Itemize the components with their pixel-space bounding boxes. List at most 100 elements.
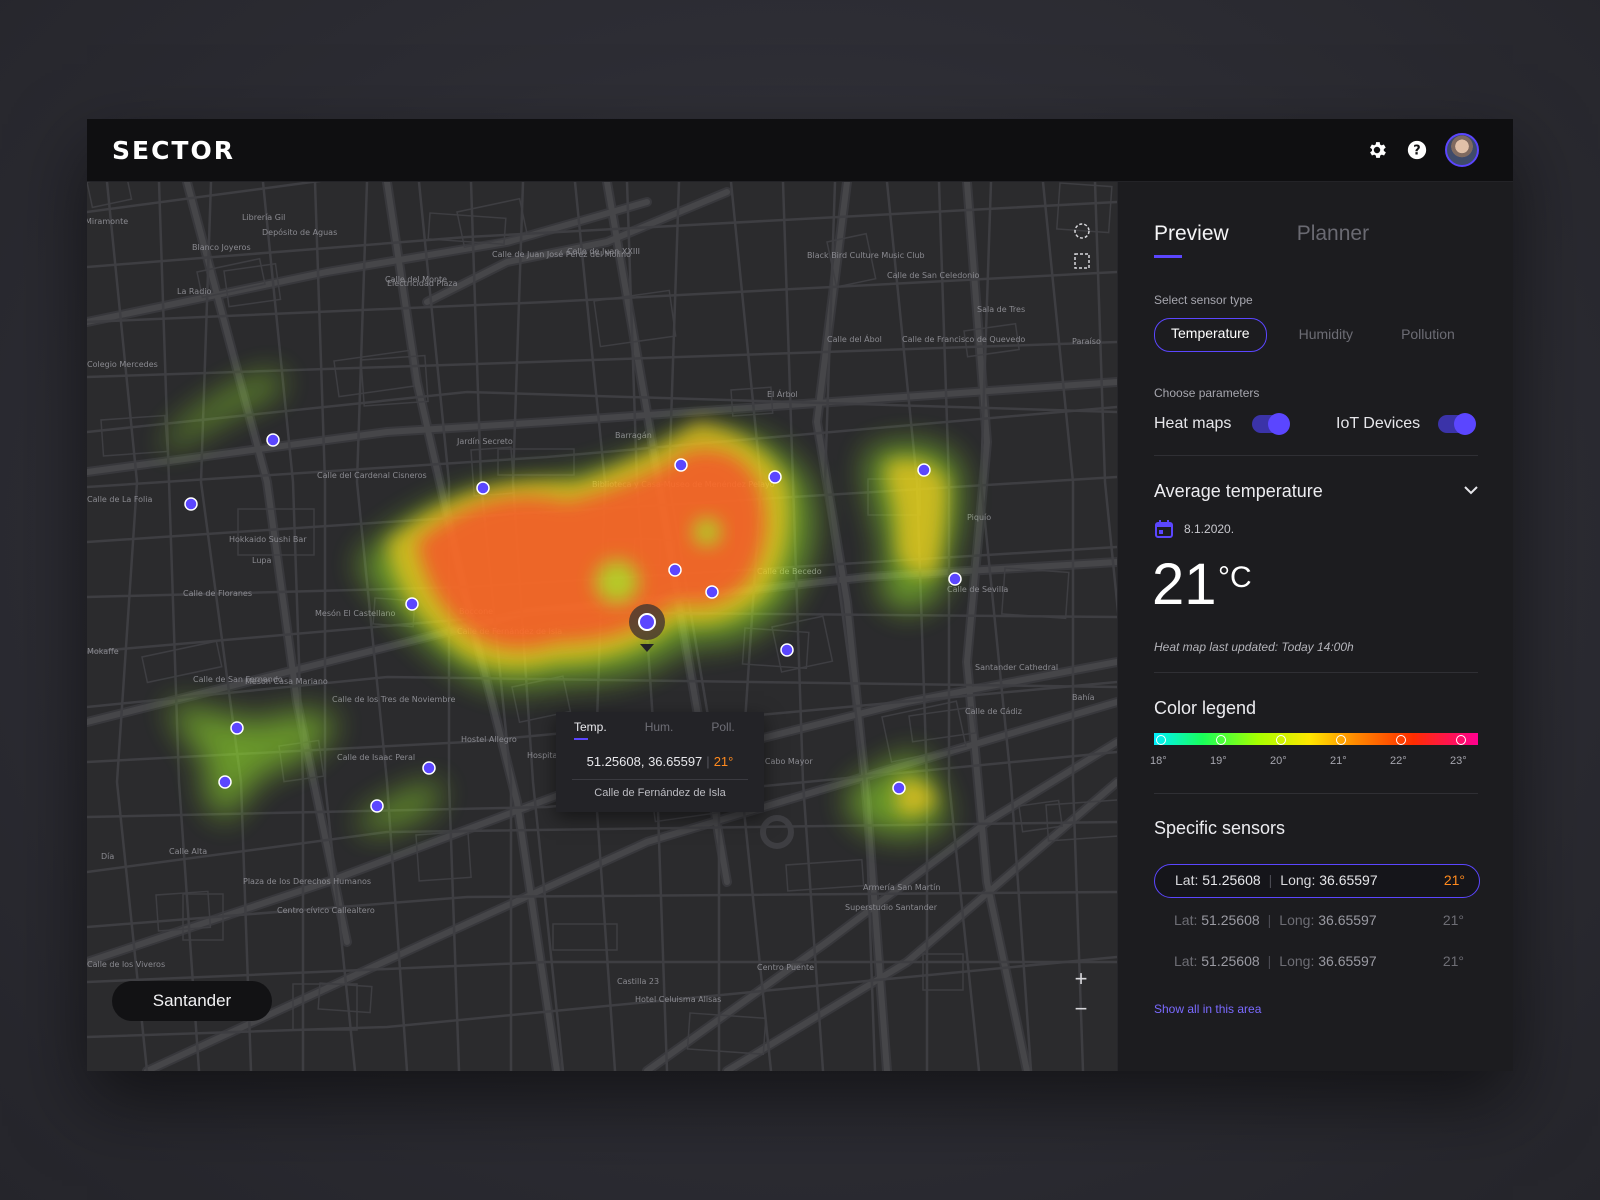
- sensor-dot[interactable]: [780, 643, 794, 657]
- chevron-down-icon[interactable]: [1464, 482, 1478, 500]
- sensor-dot[interactable]: [266, 433, 280, 447]
- map-label: Hokkaido Sushi Bar: [229, 535, 307, 544]
- map-label: Miramonte: [87, 217, 128, 226]
- sensor-dot[interactable]: [184, 497, 198, 511]
- sensor-dot[interactable]: [370, 799, 384, 813]
- param-iot-devices: IoT Devices: [1336, 415, 1421, 432]
- map-view[interactable]: Miramonte Librería Gil Depósito de Aguas Bl…: [87, 182, 1117, 1071]
- sensor-dot[interactable]: [668, 563, 682, 577]
- map-label: Calle del Ábol: [827, 333, 882, 344]
- sensor-dot[interactable]: [917, 463, 931, 477]
- map-label: Armería San Martín: [863, 883, 940, 892]
- sensor-dot[interactable]: [892, 781, 906, 795]
- date-value: 8.1.2020.: [1184, 522, 1235, 536]
- sensor-row[interactable]: Lat: 51.25608 | Long: 36.65597 21°: [1154, 946, 1478, 978]
- zoom-out-icon[interactable]: −: [1069, 997, 1093, 1021]
- sensor-dot[interactable]: [422, 761, 436, 775]
- map-label: El Árbol: [767, 388, 798, 399]
- chip-pollution[interactable]: Pollution: [1385, 318, 1471, 350]
- chip-humidity[interactable]: Humidity: [1283, 318, 1369, 350]
- map-label: Centro Puente: [757, 963, 814, 972]
- lasso-select-icon[interactable]: [1071, 220, 1093, 242]
- legend-label: 19°: [1210, 755, 1227, 767]
- map-label: Barragán: [615, 431, 652, 440]
- map-label: Calle de La Folia: [87, 495, 153, 504]
- sensor-dot[interactable]: [948, 572, 962, 586]
- tab-planner[interactable]: Planner: [1297, 222, 1369, 246]
- sensor-temp: 21°: [1442, 912, 1464, 928]
- map-label: Paraíso: [1072, 337, 1101, 346]
- map-label: Jardín Secreto: [456, 437, 513, 446]
- sensor-dot[interactable]: [674, 458, 688, 472]
- side-panel: Preview Planner Select sensor type Tempe…: [1117, 182, 1513, 1071]
- map-label: Calle de los Viveros: [87, 960, 165, 969]
- map-label: Santander Cathedral: [975, 663, 1058, 672]
- avg-temp-value: 21: [1152, 552, 1217, 617]
- chip-temperature[interactable]: Temperature: [1154, 318, 1267, 352]
- map-label: Calle Alta: [169, 847, 207, 856]
- toggle-heat-maps[interactable]: [1252, 413, 1290, 435]
- map-canvas[interactable]: Miramonte Librería Gil Depósito de Aguas Bl…: [87, 182, 1117, 1071]
- map-label: Superstudio Santander: [845, 903, 938, 912]
- show-all-link[interactable]: Show all in this area: [1154, 1002, 1261, 1016]
- updated-text: Heat map last updated: Today 14:00h: [1154, 640, 1354, 654]
- legend-label: 21°: [1330, 755, 1347, 767]
- map-label: Blanco Joyeros: [192, 243, 251, 252]
- calendar-icon[interactable]: [1154, 519, 1174, 539]
- popup-tab-poll[interactable]: Poll.: [711, 720, 734, 734]
- svg-text:?: ?: [1413, 144, 1420, 159]
- map-label: Bahía: [1072, 693, 1095, 702]
- avatar[interactable]: [1445, 133, 1479, 167]
- popup-divider: [572, 779, 748, 780]
- map-label: Centro cívico Callealtero: [277, 906, 375, 915]
- map-label: La Radio: [177, 287, 211, 296]
- tab-preview[interactable]: Preview: [1154, 222, 1229, 258]
- map-label: Calle del Cardenal Cisneros: [317, 471, 427, 480]
- legend-label: 20°: [1270, 755, 1287, 767]
- toggle-iot-devices[interactable]: [1438, 413, 1476, 435]
- zoom-in-icon[interactable]: +: [1069, 967, 1093, 991]
- divider: [1154, 793, 1478, 794]
- map-label: Mesón Casa Mariano: [245, 676, 328, 686]
- rect-select-icon[interactable]: [1071, 250, 1093, 272]
- color-legend-bar: [1154, 733, 1478, 745]
- sensor-temp: 21°: [1442, 953, 1464, 969]
- popup-coords-value: 51.25608, 36.65597: [586, 754, 703, 769]
- sensor-type-label: Select sensor type: [1154, 293, 1253, 307]
- sensor-dot[interactable]: [476, 481, 490, 495]
- map-label: Electricidad Plaza: [387, 279, 458, 288]
- sensor-row[interactable]: Lat: 51.25608 | Long: 36.65597 21°: [1154, 864, 1480, 898]
- map-label: Calle de Juan XXIII: [567, 247, 640, 256]
- popup-tab-temp[interactable]: Temp.: [574, 720, 607, 740]
- map-label: Calle de Cádiz: [965, 707, 1022, 716]
- sensor-row[interactable]: Lat: 51.25608 | Long: 36.65597 21°: [1154, 905, 1478, 937]
- logo: SECTOR: [112, 136, 235, 165]
- map-label: Calle de San Celedonio: [887, 271, 979, 280]
- legend-title: Color legend: [1154, 698, 1257, 718]
- sensor-dot[interactable]: [230, 721, 244, 735]
- map-label: Depósito de Aguas: [262, 227, 337, 237]
- param-heat-maps: Heat maps: [1154, 415, 1232, 432]
- sensor-popup: Temp. Hum. Poll. 51.25608, 36.65597 | 21° …: [556, 712, 764, 812]
- map-label: Calle de Isaac Peral: [337, 753, 415, 762]
- map-label: Sala de Tres: [977, 305, 1025, 314]
- sensor-dot[interactable]: [405, 597, 419, 611]
- map-label: Colegio Mercedes: [87, 360, 158, 369]
- legend-marker: [1156, 735, 1166, 745]
- legend-marker: [1216, 735, 1226, 745]
- sensor-dot[interactable]: [218, 775, 232, 789]
- date-row: 8.1.2020.: [1154, 519, 1234, 539]
- help-icon[interactable]: ?: [1405, 138, 1429, 162]
- settings-gear-icon[interactable]: [1365, 138, 1389, 162]
- map-label: Librería Gil: [242, 213, 285, 222]
- selected-sensor-dot[interactable]: [638, 613, 656, 631]
- popup-tab-hum[interactable]: Hum.: [645, 720, 674, 734]
- legend-marker: [1276, 735, 1286, 745]
- sensor-dot[interactable]: [768, 470, 782, 484]
- map-label: Lupa: [252, 556, 271, 565]
- sensor-dot[interactable]: [705, 585, 719, 599]
- map-label: Hotel Celuisma Alisas: [635, 995, 721, 1004]
- popup-coordinates: 51.25608, 36.65597 | 21°: [586, 754, 734, 769]
- map-label: Castilla 23: [617, 977, 659, 986]
- map-label: Calle de los Tres de Noviembre: [332, 695, 456, 704]
